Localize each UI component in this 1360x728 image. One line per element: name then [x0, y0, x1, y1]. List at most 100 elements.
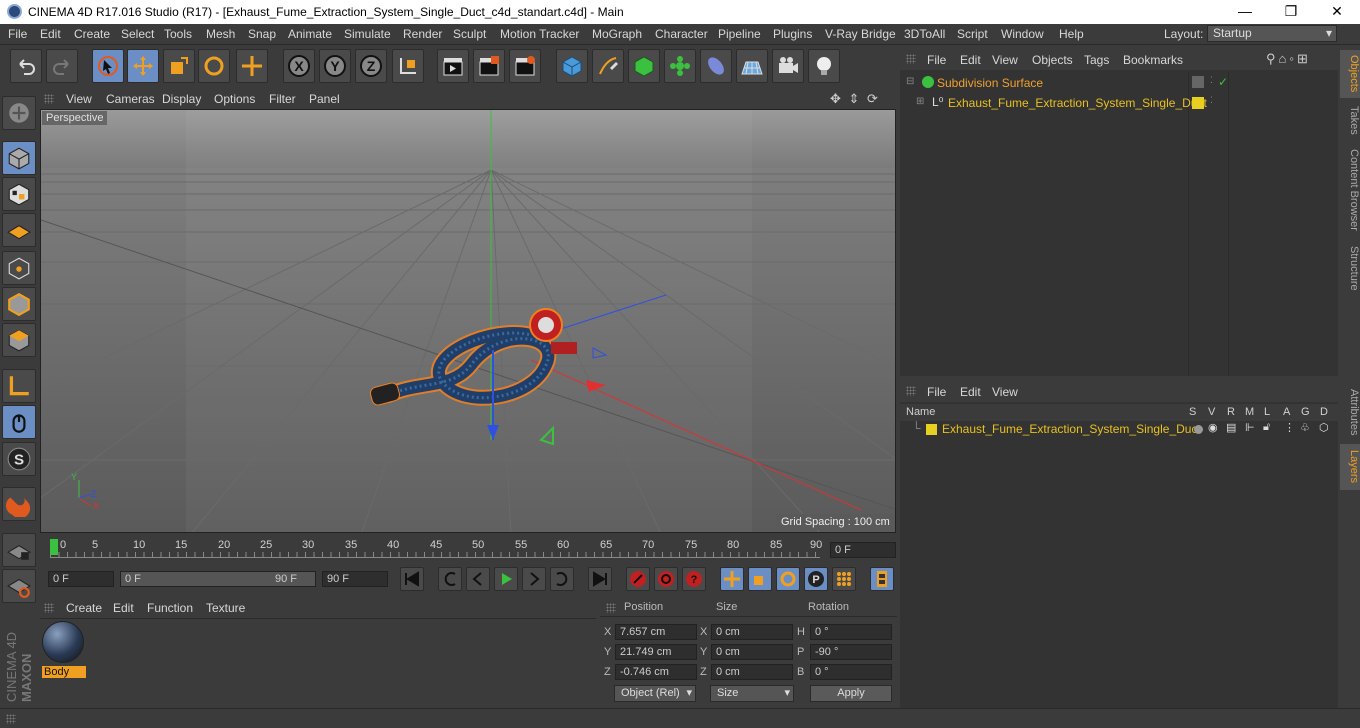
cube-primitive-button[interactable] — [556, 49, 588, 83]
points-mode-button[interactable] — [2, 251, 36, 285]
obj-menu-objects[interactable]: Objects — [1032, 53, 1073, 67]
menu-animate[interactable]: Animate — [288, 27, 332, 41]
cloner-button[interactable] — [664, 49, 696, 83]
column-deformers[interactable]: D — [1320, 406, 1328, 418]
menu-script[interactable]: Script — [957, 27, 988, 41]
tab-layers[interactable]: Layers — [1340, 444, 1360, 490]
animation-icon[interactable]: ⋮ — [1284, 421, 1295, 434]
mat-menu-texture[interactable]: Texture — [206, 601, 245, 615]
obj-menu-file[interactable]: File — [927, 53, 946, 67]
menu-simulate[interactable]: Simulate — [344, 27, 391, 41]
menu-mesh[interactable]: Mesh — [206, 27, 235, 41]
column-manager[interactable]: M — [1245, 406, 1254, 418]
visibility-dots-icon[interactable]: ⁚ — [1210, 95, 1213, 106]
3d-viewport[interactable]: Y X Z — [40, 109, 896, 533]
menu-edit[interactable]: Edit — [40, 27, 61, 41]
close-button[interactable]: ✕ — [1314, 0, 1360, 24]
record-button[interactable] — [626, 567, 650, 591]
menu-sculpt[interactable]: Sculpt — [453, 27, 486, 41]
menu-3dtoall[interactable]: 3DToAll — [904, 27, 945, 41]
rot-p-field[interactable]: -90 ° — [810, 644, 892, 660]
obj-menu-view[interactable]: View — [992, 53, 1018, 67]
layer-menu-file[interactable]: File — [927, 385, 946, 399]
menu-mograph[interactable]: MoGraph — [592, 27, 642, 41]
vp-menu-cameras[interactable]: Cameras — [106, 92, 155, 106]
solo-mode-button[interactable]: S — [2, 442, 36, 476]
solo-dot-icon[interactable] — [1194, 425, 1203, 434]
go-to-start-button[interactable] — [400, 567, 424, 591]
move-tool-button[interactable] — [127, 49, 159, 83]
end-frame-field[interactable]: 90 F — [322, 571, 388, 587]
playhead[interactable] — [50, 539, 58, 555]
start-frame-field[interactable]: 0 F — [48, 571, 114, 587]
vp-menu-options[interactable]: Options — [214, 92, 255, 106]
key-scale-button[interactable] — [748, 567, 772, 591]
column-render[interactable]: R — [1227, 406, 1235, 418]
timeline-ruler[interactable]: 0 5 10 15 20 25 30 35 40 45 50 55 60 65 … — [40, 536, 898, 562]
menu-tools[interactable]: Tools — [164, 27, 192, 41]
tab-attributes[interactable]: Attributes — [1340, 382, 1360, 442]
column-solo[interactable]: S — [1189, 406, 1196, 418]
manager-icon[interactable]: ⊩ — [1245, 421, 1255, 434]
vp-menu-panel[interactable]: Panel — [309, 92, 340, 106]
column-visible[interactable]: V — [1208, 406, 1215, 418]
undo-button[interactable] — [10, 49, 42, 83]
texture-mode-button[interactable] — [2, 177, 36, 211]
z-axis-lock-button[interactable]: Z — [355, 49, 387, 83]
tab-takes[interactable]: Takes — [1340, 100, 1360, 140]
scale-tool-button[interactable] — [163, 49, 195, 83]
model-mode-button[interactable] — [2, 141, 36, 175]
y-axis-lock-button[interactable]: Y — [319, 49, 351, 83]
menu-file[interactable]: File — [8, 27, 27, 41]
checkmark-icon[interactable]: ✓ — [1218, 75, 1228, 89]
workplane-mode-button[interactable] — [2, 213, 36, 247]
pos-x-field[interactable]: 7.657 cm — [615, 624, 697, 640]
minimize-button[interactable]: — — [1222, 0, 1268, 24]
tab-objects[interactable]: Objects — [1340, 50, 1360, 98]
vp-menu-filter[interactable]: Filter — [269, 92, 296, 106]
deformer-button[interactable] — [700, 49, 732, 83]
current-frame-field[interactable]: 0 F — [830, 542, 896, 558]
obj-menu-bookmarks[interactable]: Bookmarks — [1123, 53, 1183, 67]
menu-render[interactable]: Render — [403, 27, 442, 41]
deformer-icon[interactable]: ⬡ — [1319, 421, 1329, 434]
light-button[interactable] — [808, 49, 840, 83]
previous-key-button[interactable] — [438, 567, 462, 591]
menu-pipeline[interactable]: Pipeline — [718, 27, 761, 41]
workplane-lock-button[interactable] — [2, 533, 36, 567]
visibility-dots-icon[interactable]: ⁚ — [1210, 75, 1213, 86]
maximize-button[interactable]: ❐ — [1268, 0, 1314, 24]
menu-vray-bridge[interactable]: V-Ray Bridge — [825, 27, 896, 41]
column-locked[interactable]: L — [1264, 406, 1270, 418]
rot-h-field[interactable]: 0 ° — [810, 624, 892, 640]
menu-motion-tracker[interactable]: Motion Tracker — [500, 27, 579, 41]
layer-color-swatch[interactable] — [926, 424, 937, 435]
coordinate-system-button[interactable] — [392, 49, 424, 83]
collapse-icon[interactable]: ⊟ — [906, 76, 914, 87]
edges-mode-button[interactable] — [2, 287, 36, 321]
material-body-swatch[interactable]: Body — [42, 621, 86, 679]
menu-help[interactable]: Help — [1059, 27, 1084, 41]
mat-menu-function[interactable]: Function — [147, 601, 193, 615]
snap-toggle-button[interactable] — [2, 487, 36, 521]
menu-plugins[interactable]: Plugins — [773, 27, 812, 41]
search-home-icons[interactable]: ⚲⌂◦⊞ — [1266, 51, 1311, 67]
menu-select[interactable]: Select — [121, 27, 154, 41]
obj-menu-edit[interactable]: Edit — [960, 53, 981, 67]
frame-range-slider[interactable]: 0 F 90 F — [120, 571, 316, 587]
key-position-button[interactable] — [720, 567, 744, 591]
render-picture-viewer-button[interactable] — [473, 49, 505, 83]
size-mode-dropdown[interactable]: Size ▾ — [710, 685, 794, 702]
size-z-field[interactable]: 0 cm — [711, 664, 793, 680]
layer-menu-view[interactable]: View — [992, 385, 1018, 399]
key-rotation-button[interactable] — [776, 567, 800, 591]
live-selection-button[interactable] — [92, 49, 124, 83]
size-x-field[interactable]: 0 cm — [711, 624, 793, 640]
rot-b-field[interactable]: 0 ° — [810, 664, 892, 680]
column-animation[interactable]: A — [1283, 406, 1290, 418]
column-generators[interactable]: G — [1301, 406, 1310, 418]
key-pla-button[interactable] — [832, 567, 856, 591]
object-row-exhaust-duct[interactable]: ⊞ L⁰ Exhaust_Fume_Extraction_System_Sing… — [904, 95, 1338, 113]
render-view-button[interactable] — [437, 49, 469, 83]
menu-character[interactable]: Character — [655, 27, 708, 41]
